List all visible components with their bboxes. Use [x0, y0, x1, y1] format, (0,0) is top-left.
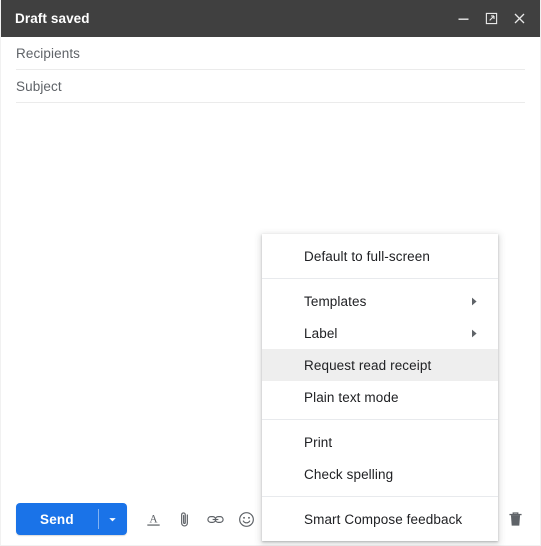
subject-label: Subject	[16, 78, 62, 94]
menu-item[interactable]: Print	[262, 426, 498, 458]
close-icon[interactable]	[506, 6, 532, 32]
menu-item[interactable]: Request read receipt	[262, 349, 498, 381]
recipients-row[interactable]: Recipients	[16, 37, 525, 70]
send-button[interactable]: Send	[16, 503, 98, 535]
expand-icon[interactable]	[478, 6, 504, 32]
menu-item-label: Print	[304, 434, 333, 450]
insert-emoji-icon[interactable]	[232, 504, 262, 534]
minimize-icon[interactable]	[450, 6, 476, 32]
attach-file-icon[interactable]	[170, 504, 200, 534]
menu-divider	[262, 419, 498, 420]
compose-title: Draft saved	[15, 11, 90, 26]
window-controls	[450, 6, 532, 32]
menu-item[interactable]: Templates	[262, 285, 498, 317]
menu-item[interactable]: Label	[262, 317, 498, 349]
chevron-right-icon	[471, 329, 478, 338]
trash-icon[interactable]	[500, 504, 530, 534]
menu-item-label: Plain text mode	[304, 389, 399, 405]
formatting-options-icon[interactable]: A	[139, 504, 169, 534]
menu-item-label: Default to full-screen	[304, 248, 431, 264]
menu-divider	[262, 278, 498, 279]
recipients-label: Recipients	[16, 45, 81, 61]
menu-item-label: Smart Compose feedback	[304, 511, 463, 527]
chevron-right-icon	[471, 297, 478, 306]
menu-item-label: Request read receipt	[304, 357, 432, 373]
more-options-menu: Default to full-screen Templates Label Requ…	[262, 234, 498, 541]
menu-item[interactable]: Plain text mode	[262, 381, 498, 413]
send-options-chevron-down-icon[interactable]	[99, 503, 127, 535]
menu-item-label: Templates	[304, 293, 367, 309]
subject-row[interactable]: Subject	[16, 70, 525, 103]
menu-item-label: Check spelling	[304, 466, 394, 482]
menu-item-label: Label	[304, 325, 338, 341]
menu-divider	[262, 496, 498, 497]
svg-text:A: A	[150, 513, 159, 525]
insert-link-icon[interactable]	[201, 504, 231, 534]
menu-item[interactable]: Check spelling	[262, 458, 498, 490]
menu-item[interactable]: Smart Compose feedback	[262, 503, 498, 535]
compose-fields: Recipients Subject	[1, 37, 540, 103]
menu-item[interactable]: Default to full-screen	[262, 240, 498, 272]
send-button-group: Send	[16, 503, 127, 535]
compose-title-bar[interactable]: Draft saved	[1, 0, 540, 37]
